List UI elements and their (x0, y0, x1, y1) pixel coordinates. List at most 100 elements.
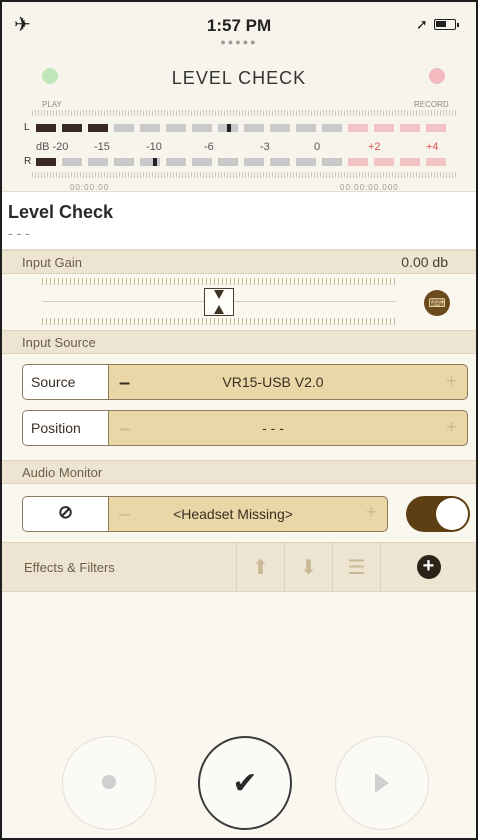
meter-ticks-bottom (32, 172, 456, 178)
meter-peak (227, 124, 231, 132)
meter-segment (374, 158, 394, 166)
meter-right-channel: R (24, 156, 464, 167)
meter-segment (140, 158, 160, 166)
meter-footer-left: 00:00:00 (70, 183, 110, 192)
page-subtitle: - - - (8, 225, 30, 241)
source-row[interactable]: Source – VR15-USB V2.0 + (22, 364, 468, 400)
record-label: RECORD (414, 100, 449, 109)
source-key: Source (23, 365, 109, 399)
meter-segment (166, 158, 186, 166)
effects-label: Effects & Filters (24, 560, 115, 575)
meter-segment (166, 124, 186, 132)
meter-segment (36, 124, 56, 132)
play-icon (375, 773, 389, 793)
meter-segment (426, 124, 446, 132)
left-channel-label: L (24, 122, 30, 133)
audio-monitor-value: <Headset Missing> (173, 506, 293, 522)
input-gain-slider[interactable]: ⌨ (2, 274, 476, 330)
meter-left-channel: L (24, 122, 464, 133)
position-plus-button[interactable]: + (446, 417, 457, 439)
meter-segment (400, 158, 420, 166)
status-time: 1:57 PM (206, 16, 272, 35)
meter-footer-right: 00:00:00.000 (340, 183, 399, 192)
input-gain-label: Input Gain (22, 255, 82, 270)
meter-segment (244, 124, 264, 132)
gain-slider-thumb[interactable] (204, 288, 234, 316)
meter-segment (114, 124, 134, 132)
meter-segment (296, 158, 316, 166)
position-value: - - - (262, 420, 284, 436)
meter-segment (244, 158, 264, 166)
confirm-button[interactable]: ✔ (198, 736, 292, 830)
gain-ticks-top (42, 278, 396, 285)
toggle-knob (436, 498, 468, 530)
scale-label: -3 (260, 141, 270, 153)
level-meter: LEVEL CHECK PLAY RECORD L dB -20 -15 -10… (2, 46, 476, 192)
app-frame: ✈ 1:57 PM ●●●●● ➚ LEVEL CHECK PLAY RECOR… (0, 0, 478, 840)
meter-segment (36, 158, 56, 166)
keyboard-icon[interactable]: ⌨ (424, 290, 450, 316)
meter-segment (400, 124, 420, 132)
meter-segment (218, 158, 238, 166)
meter-scale: dB -20 -15 -10 -6 -3 0 +2 +4 (24, 141, 464, 153)
battery-icon (434, 19, 459, 30)
audio-monitor-label: Audio Monitor (22, 465, 103, 480)
meter-ticks-top (32, 110, 456, 116)
scale-label: -6 (204, 141, 214, 153)
scale-label: 0 (314, 141, 321, 153)
meter-segment (140, 124, 160, 132)
record-button[interactable] (62, 736, 156, 830)
scale-label: -10 (146, 141, 162, 153)
meter-segment (192, 158, 212, 166)
monitor-plus-button[interactable]: + (366, 502, 377, 524)
record-icon (102, 775, 116, 789)
source-plus-button[interactable]: + (446, 371, 457, 393)
input-source-label: Input Source (22, 335, 96, 350)
upload-icon[interactable]: ⬆ (236, 543, 284, 591)
effects-bar: Effects & Filters ⬆ ⬇ ☰ + (2, 542, 476, 592)
checkmark-icon: ✔ (232, 767, 258, 800)
scale-label: -15 (94, 141, 110, 153)
audio-monitor-toggle[interactable] (406, 496, 470, 532)
input-source-header: Input Source (2, 330, 476, 354)
add-effect-button[interactable]: + (380, 543, 476, 591)
right-channel-label: R (24, 156, 32, 167)
meter-segment (270, 124, 290, 132)
meter-segment (88, 158, 108, 166)
scale-label: dB -20 (36, 141, 69, 153)
play-button[interactable] (335, 736, 429, 830)
meter-peak (153, 158, 157, 166)
list-icon[interactable]: ☰ (332, 543, 380, 591)
meter-segment (296, 124, 316, 132)
record-led (429, 68, 445, 84)
meter-segment (322, 124, 342, 132)
scale-label: +4 (426, 141, 439, 153)
input-gain-header: Input Gain 0.00 db (2, 250, 476, 274)
source-value: VR15-USB V2.0 (222, 374, 324, 390)
input-gain-value: 0.00 db (401, 254, 448, 270)
play-label: PLAY (42, 100, 62, 109)
status-bar: ✈ 1:57 PM ●●●●● ➚ (2, 2, 476, 47)
meter-segment (62, 158, 82, 166)
scale-label: +2 (368, 141, 381, 153)
meter-segment (426, 158, 446, 166)
meter-segment (62, 124, 82, 132)
meter-segment (192, 124, 212, 132)
meter-segment (348, 158, 368, 166)
meter-segment (270, 158, 290, 166)
meter-segment (322, 158, 342, 166)
no-entry-icon[interactable]: ⊘ (23, 497, 109, 531)
download-icon[interactable]: ⬇ (284, 543, 332, 591)
audio-monitor-header: Audio Monitor (2, 460, 476, 484)
audio-monitor-row[interactable]: ⊘ – <Headset Missing> + (22, 496, 388, 532)
meter-segment (348, 124, 368, 132)
meter-segment (374, 124, 394, 132)
meter-segment (114, 158, 134, 166)
meter-segment (88, 124, 108, 132)
level-check-header[interactable]: Level Check - - - (2, 192, 476, 250)
meter-title: LEVEL CHECK (171, 68, 307, 88)
location-icon: ➚ (416, 16, 428, 32)
add-icon: + (416, 555, 441, 579)
gain-ticks-bottom (42, 318, 396, 325)
position-row[interactable]: Position – - - - + (22, 410, 468, 446)
